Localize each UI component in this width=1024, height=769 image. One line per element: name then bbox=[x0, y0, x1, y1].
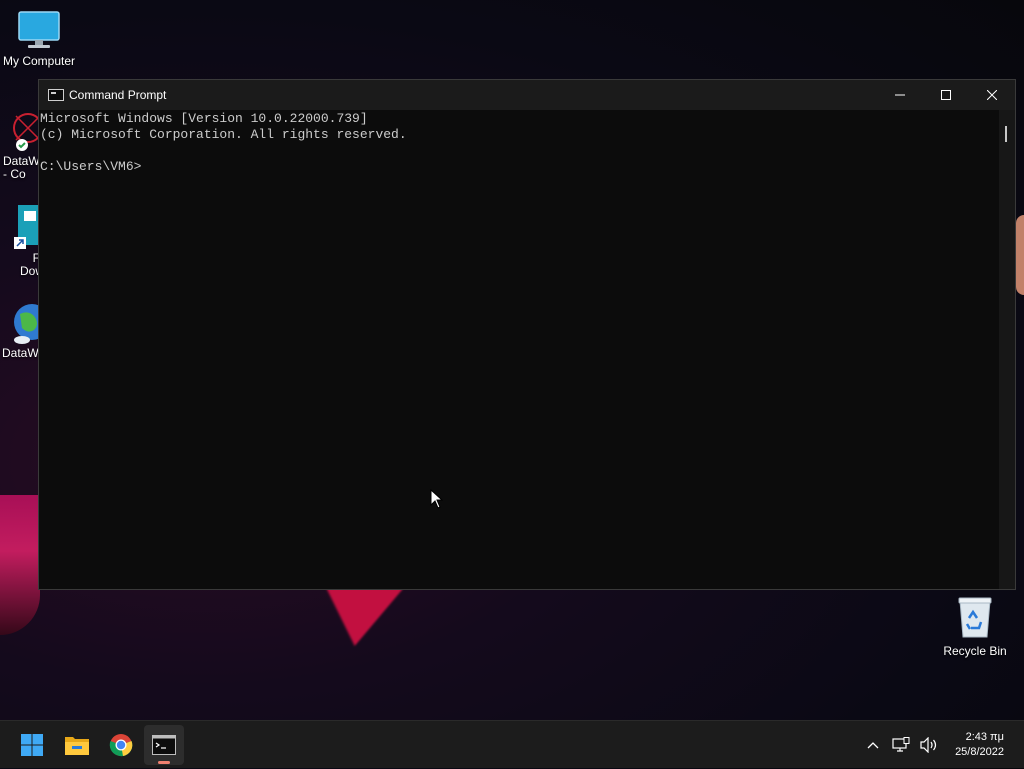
wallpaper-streak bbox=[314, 586, 406, 646]
wallpaper-streak bbox=[1016, 215, 1024, 295]
desktop-icon-dataw[interactable]: DataW bbox=[2, 300, 50, 360]
app-icon bbox=[0, 108, 43, 155]
clock-date: 25/8/2022 bbox=[955, 746, 1004, 758]
close-icon bbox=[987, 90, 997, 100]
minimize-button[interactable] bbox=[877, 80, 923, 110]
mouse-pointer-icon bbox=[430, 488, 444, 514]
desktop-icon-my-computer[interactable]: My Computer bbox=[0, 10, 78, 68]
show-hidden-icons-button[interactable] bbox=[861, 733, 885, 757]
download-manager-icon bbox=[12, 205, 40, 254]
desktop: My Computer DataW - Co Fr Dow bbox=[0, 0, 1024, 720]
desktop-icon-label: DataW bbox=[2, 346, 39, 360]
file-explorer-icon bbox=[65, 737, 89, 755]
desktop-icon-label: My Computer bbox=[2, 54, 76, 68]
console-line: Microsoft Windows [Version 10.0.22000.73… bbox=[40, 111, 368, 126]
system-tray: 2:43 πμ 25/8/2022 bbox=[859, 721, 1024, 769]
maximize-icon bbox=[941, 90, 951, 100]
command-prompt-icon bbox=[152, 735, 176, 755]
close-button[interactable] bbox=[969, 80, 1015, 110]
desktop-icon-recycle-bin[interactable]: Recycle Bin bbox=[940, 596, 1010, 658]
volume-button[interactable] bbox=[917, 733, 941, 757]
console-output[interactable]: Microsoft Windows [Version 10.0.22000.73… bbox=[39, 110, 999, 589]
chevron-up-icon bbox=[867, 742, 879, 749]
taskbar-chrome[interactable] bbox=[101, 725, 141, 765]
maximize-button[interactable] bbox=[923, 80, 969, 110]
monitor-icon bbox=[17, 10, 61, 53]
taskbar: 2:43 πμ 25/8/2022 bbox=[0, 720, 1024, 768]
window-title: Command Prompt bbox=[69, 88, 167, 102]
speaker-icon bbox=[920, 737, 937, 753]
network-icon bbox=[892, 737, 910, 752]
taskbar-file-explorer[interactable] bbox=[57, 725, 97, 765]
active-indicator bbox=[158, 761, 170, 764]
clock[interactable]: 2:43 πμ 25/8/2022 bbox=[955, 730, 1004, 760]
start-button[interactable] bbox=[12, 725, 52, 765]
network-button[interactable] bbox=[889, 733, 913, 757]
window-controls bbox=[877, 80, 1015, 110]
recycle-bin-icon bbox=[955, 596, 995, 643]
command-prompt-window[interactable]: Command Prompt Microsoft Windows [Versio… bbox=[38, 79, 1016, 590]
start-icon bbox=[21, 734, 43, 756]
wallpaper-streak bbox=[0, 495, 40, 635]
title-bar[interactable]: Command Prompt bbox=[39, 80, 1015, 110]
taskbar-command-prompt[interactable] bbox=[144, 725, 184, 765]
scrollbar-thumb[interactable] bbox=[1005, 126, 1007, 142]
clock-time: 2:43 πμ bbox=[965, 731, 1004, 743]
desktop-icon-label: Recycle Bin bbox=[943, 644, 1007, 658]
console-prompt: C:\Users\VM6> bbox=[40, 159, 142, 174]
minimize-icon bbox=[895, 94, 905, 96]
command-prompt-icon bbox=[48, 89, 64, 101]
console-line: (c) Microsoft Corporation. All rights re… bbox=[40, 127, 407, 142]
vertical-scrollbar[interactable] bbox=[999, 110, 1015, 589]
chrome-icon bbox=[109, 734, 133, 757]
